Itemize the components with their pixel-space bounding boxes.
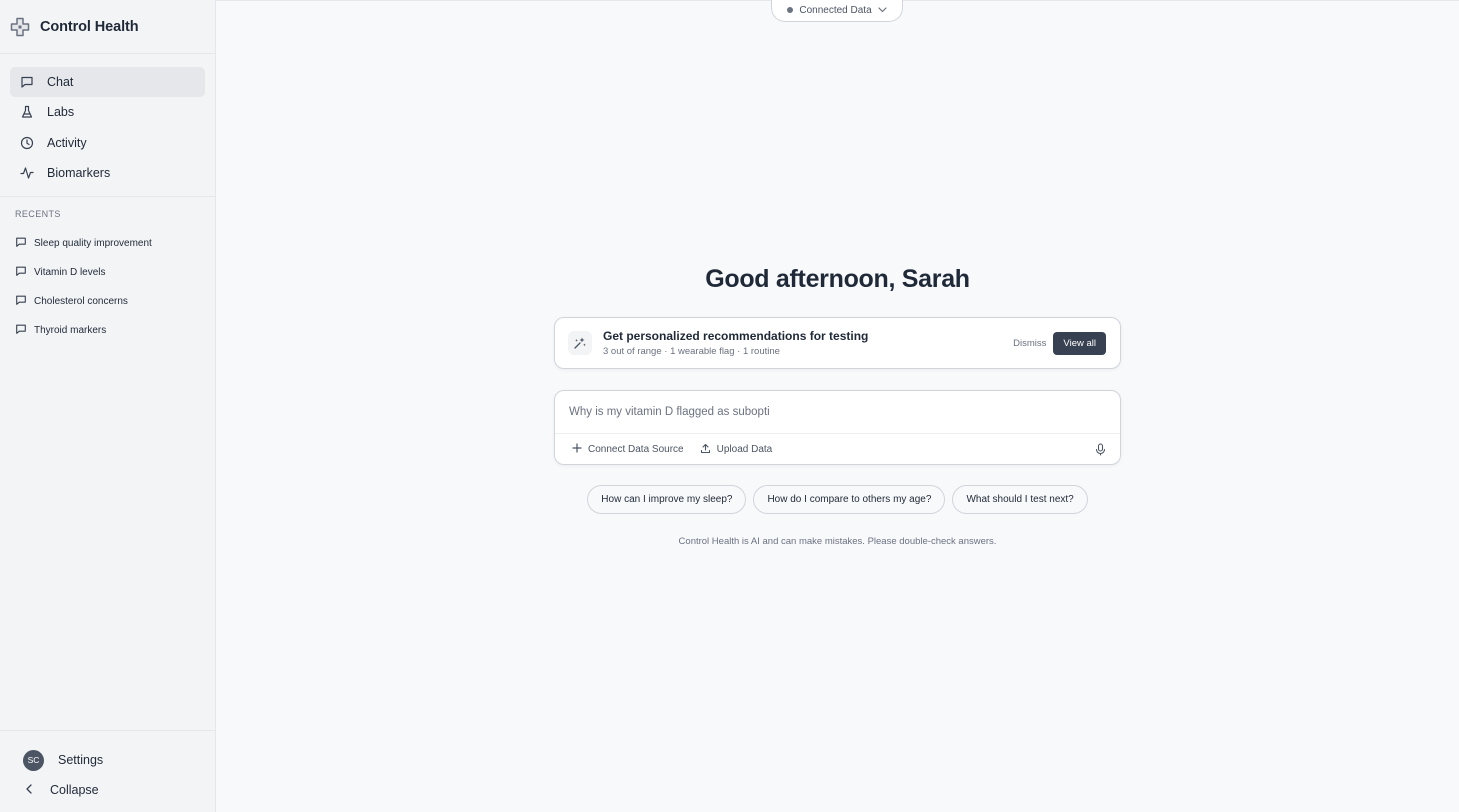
sidebar-footer: SC Settings Collapse: [0, 730, 215, 812]
main-content: Connected Data Good afternoon, Sarah Get…: [216, 0, 1459, 812]
dismiss-button[interactable]: Dismiss: [1013, 338, 1046, 349]
chevron-left-icon: [25, 783, 33, 797]
main-nav: Chat Labs Activity Biomarkers: [0, 54, 215, 197]
connect-data-source-button[interactable]: Connect Data Source: [572, 443, 684, 456]
nav-item-label: Labs: [47, 105, 75, 120]
recommendation-subtitle: 3 out of range · 1 wearable flag · 1 rou…: [603, 346, 780, 357]
flask-icon: [20, 105, 34, 119]
recommendation-title: Get personalized recommendations for tes…: [603, 329, 869, 343]
chat-composer: Why is my vitamin D flagged as subopti C…: [554, 390, 1121, 465]
recents-title: RECENTS: [15, 209, 61, 219]
chat-icon: [15, 323, 27, 338]
recommendation-card: Get personalized recommendations for tes…: [554, 317, 1121, 369]
chat-input[interactable]: Why is my vitamin D flagged as subopti: [555, 391, 1120, 434]
nav-item-labs[interactable]: Labs: [10, 97, 205, 127]
medical-cross-icon: [10, 17, 30, 37]
chat-icon: [15, 236, 27, 251]
settings-label: Settings: [58, 753, 104, 767]
upload-icon: [700, 443, 711, 457]
brand[interactable]: Control Health: [0, 0, 215, 54]
nav-item-biomarkers[interactable]: Biomarkers: [10, 158, 205, 188]
recent-item-label: Sleep quality improvement: [34, 238, 152, 249]
nav-item-label: Chat: [47, 74, 74, 89]
chat-icon: [20, 75, 34, 89]
recent-item-label: Vitamin D levels: [34, 267, 106, 278]
connect-data-source-label: Connect Data Source: [588, 444, 684, 455]
view-all-button[interactable]: View all: [1053, 331, 1106, 355]
connected-data-label: Connected Data: [799, 4, 872, 16]
nav-item-label: Biomarkers: [47, 166, 111, 181]
avatar: SC: [23, 749, 44, 771]
chevron-down-icon: [878, 5, 887, 16]
recent-item-label: Cholesterol concerns: [34, 296, 128, 307]
connected-data-dropdown[interactable]: Connected Data: [771, 0, 903, 22]
app-root: Control Health Chat Labs Activity Biomar…: [0, 0, 1459, 812]
sparkle-icon: [568, 331, 592, 355]
recent-item-sleep[interactable]: Sleep quality improvement: [0, 229, 215, 258]
recent-item-cholesterol[interactable]: Cholesterol concerns: [0, 287, 215, 316]
page-title: Good afternoon, Sarah: [705, 265, 970, 293]
suggestion-chips: How can I improve my sleep? How do I com…: [216, 485, 1459, 514]
recent-item-thyroid[interactable]: Thyroid markers: [0, 316, 215, 345]
microphone-icon[interactable]: [1095, 443, 1106, 456]
recommendation-text: Get personalized recommendations for tes…: [603, 329, 1013, 357]
recent-item-vitamin-d[interactable]: Vitamin D levels: [0, 258, 215, 287]
chat-icon: [15, 265, 27, 280]
settings-button[interactable]: SC Settings: [10, 745, 205, 775]
clock-icon: [20, 136, 34, 150]
nav-item-activity[interactable]: Activity: [10, 128, 205, 158]
recents-section: RECENTS Sleep quality improvement Vitami…: [0, 197, 215, 345]
composer-actions: Connect Data Source Upload Data: [555, 434, 1120, 465]
collapse-label: Collapse: [50, 783, 99, 797]
pulse-icon: [20, 166, 34, 180]
disclaimer: Control Health is AI and can make mistak…: [678, 536, 997, 547]
suggestion-chip-compare[interactable]: How do I compare to others my age?: [753, 485, 946, 514]
nav-item-chat[interactable]: Chat: [10, 67, 205, 97]
upload-data-button[interactable]: Upload Data: [700, 443, 773, 457]
status-dot-icon: [787, 7, 794, 13]
nav-item-label: Activity: [47, 135, 87, 150]
recent-item-label: Thyroid markers: [34, 325, 107, 336]
sidebar: Control Health Chat Labs Activity Biomar…: [0, 0, 216, 812]
suggestion-chip-test-next[interactable]: What should I test next?: [952, 485, 1088, 514]
upload-data-label: Upload Data: [716, 444, 773, 455]
collapse-button[interactable]: Collapse: [10, 775, 205, 805]
chat-icon: [15, 294, 27, 309]
suggestion-chip-sleep[interactable]: How can I improve my sleep?: [587, 485, 747, 514]
brand-name: Control Health: [40, 18, 139, 35]
plus-icon: [572, 443, 582, 456]
